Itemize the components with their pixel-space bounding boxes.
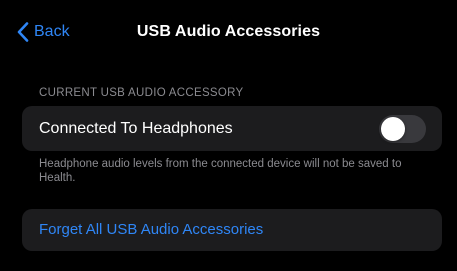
section-header: CURRENT USB AUDIO ACCESSORY	[39, 87, 244, 99]
navigation-bar: Back USB Audio Accessories	[0, 0, 457, 62]
connected-to-headphones-row: Connected To Headphones	[22, 106, 442, 151]
toggle-knob	[381, 117, 405, 141]
page-title: USB Audio Accessories	[136, 23, 321, 40]
section-footer-note: Headphone audio levels from the connecte…	[39, 158, 402, 184]
forget-all-label: Forget All USB Audio Accessories	[39, 221, 264, 238]
connected-to-headphones-toggle[interactable]	[379, 115, 426, 143]
forget-all-usb-audio-accessories-button[interactable]: Forget All USB Audio Accessories	[22, 209, 442, 251]
connected-to-headphones-label: Connected To Headphones	[39, 120, 233, 137]
